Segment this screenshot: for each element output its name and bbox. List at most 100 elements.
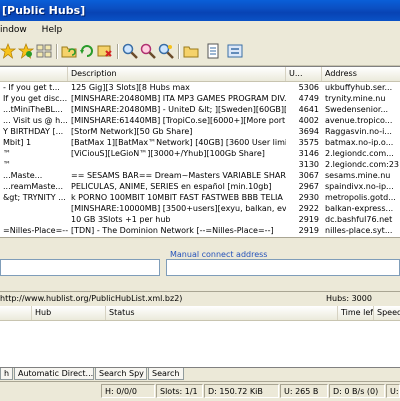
status-uploaded: U: 265 B [280, 384, 328, 398]
tiles-icon[interactable] [36, 43, 52, 59]
tab-search[interactable]: Search [148, 368, 184, 380]
hub-row[interactable]: Y BIRTHDAY [... [StorM Network][50 Gb Sha… [0, 126, 400, 137]
manual-connect-label: Manual connect address [170, 250, 268, 259]
hub-description-cell: [StorM Network][50 Gb Share] [71, 127, 193, 136]
hub-row[interactable]: &gt; TRYNITY ... k PORNO 100MBIT 10MBIT F… [0, 192, 400, 203]
manual-connect-address-input[interactable] [166, 259, 400, 276]
hub-list-status: http://www.hublist.org/PublicHubList.xml… [0, 291, 400, 307]
hub-address-cell: sesams.mine.nu [325, 171, 391, 180]
open-folder-icon[interactable] [183, 43, 199, 59]
hub-address-cell: Raggasvin.no-i... [325, 127, 392, 136]
hub-users-cell: 2967 [298, 182, 319, 191]
hub-address-cell: 2.legiondc.com... [325, 149, 394, 158]
toolbar-separator [56, 44, 57, 59]
hub-address-cell: spaindivx.no-ip... [325, 182, 394, 191]
hub-users-cell: 2919 [298, 215, 319, 224]
hub-row[interactable]: Mbit] 1 [BatMax 1][BatMax™Network] [40GB]… [0, 137, 400, 148]
tab-automatic-directory[interactable]: Automatic Direct... [14, 368, 94, 380]
hub-address-cell: balkan-express... [325, 204, 394, 213]
hub-name-cell: Mbit] 1 [3, 138, 32, 147]
tab-hub[interactable]: h [0, 368, 13, 380]
hub-name-cell [0, 214, 68, 225]
search-icon[interactable] [122, 43, 138, 59]
status-downloaded: D: 150.72 KiB [204, 384, 279, 398]
public-hubs-list[interactable]: Description U... Address - If you get t.… [0, 66, 400, 237]
hub-name-cell: ... Visit us @ h... [3, 116, 68, 125]
column-header-address[interactable]: Address [322, 67, 400, 81]
status-download-rate: D: 0 B/s (0) [329, 384, 385, 398]
menu-help[interactable]: Help [36, 21, 69, 39]
column-header-name[interactable] [0, 67, 68, 81]
hub-users-cell: 4641 [298, 105, 319, 114]
hub-row[interactable]: ™ [ViCiouS][LeGioN™][3000+/Yhub][100Gb Sh… [0, 148, 400, 159]
hub-users-cell: 4749 [298, 94, 319, 103]
transfers-header: Hub Status Time left Speed [0, 306, 400, 321]
hub-row[interactable]: ...Maste... == SESAMS BAR== Dream~Masters… [0, 170, 400, 181]
hub-address-cell: avenue.tropico... [325, 116, 393, 125]
column-header-speed[interactable]: Speed [374, 306, 400, 320]
window-title: [Public Hubs] [2, 4, 86, 17]
hub-name-cell: ...reamMaste... [3, 182, 64, 191]
hub-row[interactable]: =Nilles-Place=--] [TDN] - The Dominion Ne… [0, 225, 400, 236]
status-slots: Slots: 1/1 [156, 384, 203, 398]
search-spy-icon[interactable] [140, 43, 156, 59]
column-header-time-left[interactable]: Time left [338, 306, 374, 320]
hub-row[interactable]: ...reamMaste... PELICULAS, ANIME, SERIES … [0, 181, 400, 192]
hub-list-url: http://www.hublist.org/PublicHubList.xml… [0, 294, 183, 303]
reconnect-cancel-icon[interactable] [97, 43, 113, 59]
hub-users-cell: 3067 [298, 171, 319, 180]
notepad-icon[interactable] [205, 43, 221, 59]
hub-address-cell: metropolis.gotd... [325, 193, 396, 202]
status-hubs: H: 0/0/0 [101, 384, 155, 398]
column-header-user[interactable] [0, 306, 32, 320]
hub-description-cell: == SESAMS BAR== Dream~Masters VARIABLE S… [71, 171, 286, 180]
settings-icon[interactable] [227, 43, 243, 59]
column-header-hub[interactable]: Hub [32, 306, 106, 320]
folder-refresh-icon[interactable] [61, 43, 77, 59]
hub-row[interactable]: ... Visit us @ h... [MINSHARE:61440MB] [T… [0, 115, 400, 126]
window-tabs: h Automatic Direct... Search Spy Search [0, 367, 400, 381]
hub-description-cell: [MINSHARE:20480MB] - UniteD &lt; ][Swede… [71, 105, 286, 114]
hub-description-cell: [MINSHARE:10000MB] [3500+users][exyu, ba… [71, 204, 286, 213]
hub-users-cell: 2922 [298, 204, 319, 213]
refresh-icon[interactable] [79, 43, 95, 59]
hub-description-cell: [MINSHARE:61440MB] [TropiCo.se][6000+][M… [71, 116, 286, 125]
hub-address-cell: batmax.no-ip.o... [325, 138, 394, 147]
hub-users-cell: 4002 [298, 116, 319, 125]
hub-address-cell: trynity.mine.nu [325, 94, 386, 103]
tab-search-spy[interactable]: Search Spy [95, 368, 147, 380]
adl-search-icon[interactable] [158, 43, 174, 59]
toolbar-separator [178, 44, 179, 59]
hub-description-cell: [ViCiouS][LeGioN™][3000+/Yhub][100Gb Sha… [71, 149, 265, 158]
hub-description-cell: k PORNO 100MBIT 10MBIT FAST FASTWEB BBB … [71, 193, 286, 202]
hub-name-cell: =Nilles-Place=--] [3, 226, 68, 235]
hub-name-cell: - If you get t... [3, 83, 60, 92]
hub-list-header: Description U... Address [0, 67, 400, 82]
favorite-users-star-icon[interactable] [17, 43, 35, 59]
favorites-star-icon[interactable] [0, 43, 17, 59]
transfers-list[interactable]: Hub Status Time left Speed [0, 306, 400, 367]
menu-window[interactable]: indow [0, 21, 33, 39]
toolbar-separator [117, 44, 118, 59]
column-header-status[interactable]: Status [106, 306, 338, 320]
column-header-users[interactable]: U... [286, 67, 322, 81]
hub-users-cell: 3694 [298, 127, 319, 136]
hub-row[interactable]: If you get disc... [MINSHARE:20480MB] ITA… [0, 93, 400, 104]
hub-users-cell: 3130 [298, 160, 319, 169]
filter-input[interactable] [0, 259, 160, 276]
hub-row[interactable]: ...tMiniTheBL... [MINSHARE:20480MB] - Uni… [0, 104, 400, 115]
hub-name-cell: Y BIRTHDAY [... [3, 127, 64, 136]
hub-address-cell: dc.bashful76.net [325, 215, 393, 224]
hub-row[interactable]: ™ 3130 2.legiondc.com:23 [0, 159, 400, 170]
hub-name-cell: &gt; TRYNITY ... [3, 193, 66, 202]
hub-name-cell: ...Maste... [3, 171, 43, 180]
hub-description-cell: PELICULAS, ANIME, SERIES en español [min… [71, 182, 272, 191]
hub-description-cell: [BatMax 1][BatMax™Network] [40GB] [3600 … [71, 138, 286, 147]
hub-row[interactable]: [MINSHARE:10000MB] [3500+users][exyu, ba… [0, 203, 400, 214]
hub-row[interactable]: - If you get t... 125 Gig][3 Slots][8 Hub… [0, 82, 400, 93]
hub-users-cell: 2930 [298, 193, 319, 202]
hub-address-cell: 2.legiondc.com:23 [325, 160, 400, 169]
hub-row[interactable]: 10 GB 3Slots +1 per hub 2919 dc.bashful76.… [0, 214, 400, 225]
menu-bar: indow Help [0, 21, 400, 39]
column-header-description[interactable]: Description [68, 67, 286, 81]
